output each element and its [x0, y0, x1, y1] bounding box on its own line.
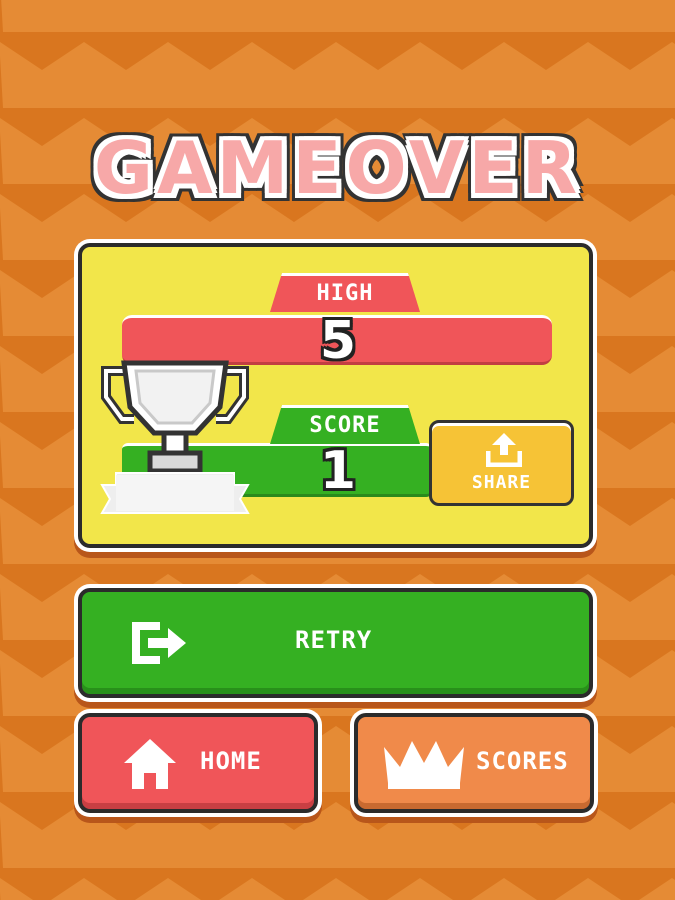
retry-icon — [132, 622, 186, 664]
share-label: SHARE — [471, 472, 532, 493]
crown-icon — [384, 741, 464, 789]
home-button[interactable]: HOME — [78, 713, 318, 813]
share-icon — [486, 433, 522, 467]
high-label: HIGH — [270, 273, 420, 312]
scores-label: SCORES — [476, 747, 569, 775]
share-button[interactable]: SHARE — [429, 420, 574, 506]
score-label: SCORE — [270, 405, 420, 444]
high-score-value: 5 — [319, 311, 357, 371]
score-value: 1 — [319, 441, 357, 501]
score-panel: HIGH 5 SCORE 1 SHARE — [78, 243, 593, 548]
game-over-title: GAMEOVER — [93, 126, 582, 210]
home-label: HOME — [200, 747, 262, 775]
trophy-icon — [100, 360, 250, 514]
home-icon — [124, 739, 176, 789]
retry-button[interactable]: RETRY — [78, 588, 593, 698]
retry-label: RETRY — [295, 626, 373, 654]
scores-button[interactable]: SCORES — [354, 713, 594, 813]
